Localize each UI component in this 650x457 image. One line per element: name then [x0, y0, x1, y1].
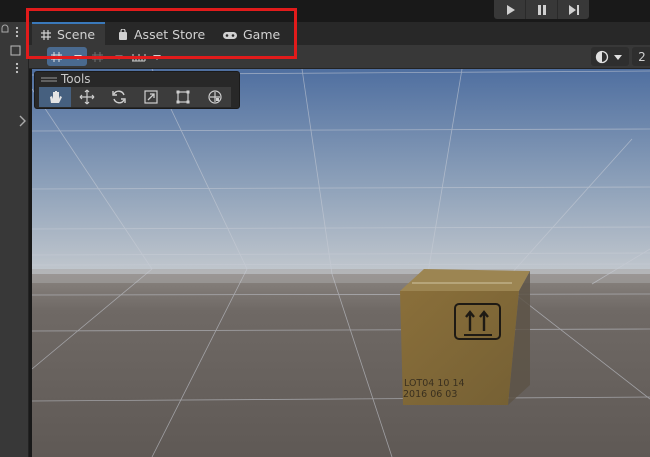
tools-overlay: Tools — [34, 71, 240, 109]
scale-icon — [144, 90, 158, 104]
step-icon — [568, 4, 579, 15]
play-icon — [506, 4, 515, 15]
move-icon — [79, 89, 95, 105]
rect-transform-icon — [176, 90, 190, 104]
transform-tool-button[interactable] — [199, 87, 231, 107]
move-tool-button[interactable] — [71, 87, 104, 107]
pause-button[interactable] — [526, 0, 558, 19]
pause-icon — [537, 4, 546, 15]
view-option-value: 2 — [638, 49, 646, 64]
scene-viewport[interactable]: LOT04 10 14 2016 06 03 — [32, 69, 650, 457]
box-label-line1: LOT04 10 14 — [404, 378, 465, 389]
drag-handle-icon[interactable] — [40, 77, 58, 83]
sphere-icon — [595, 50, 622, 63]
rotate-tool-button[interactable] — [103, 87, 136, 107]
playmode-controls — [494, 0, 589, 19]
step-button[interactable] — [558, 0, 589, 19]
highlight-annotation — [26, 8, 297, 59]
hierarchy-panel — [0, 22, 29, 457]
rotate-icon — [112, 90, 126, 104]
box-label-line2: 2016 06 03 — [403, 389, 457, 400]
view-options-button[interactable]: 2 — [632, 47, 650, 66]
horizon-haze — [32, 269, 650, 283]
rect-tool-button[interactable] — [167, 87, 200, 107]
scene-render: LOT04 10 14 2016 06 03 — [32, 69, 650, 457]
hierarchy-header-icons — [1, 24, 21, 74]
hand-icon — [50, 91, 62, 103]
scale-tool-button[interactable] — [135, 87, 168, 107]
expand-arrow-icon[interactable] — [18, 115, 28, 127]
draw-mode-dropdown[interactable] — [591, 47, 629, 66]
hand-tool-button[interactable] — [39, 87, 72, 107]
transform-icon — [208, 90, 222, 104]
play-button[interactable] — [494, 0, 526, 19]
tools-title: Tools — [61, 72, 91, 86]
